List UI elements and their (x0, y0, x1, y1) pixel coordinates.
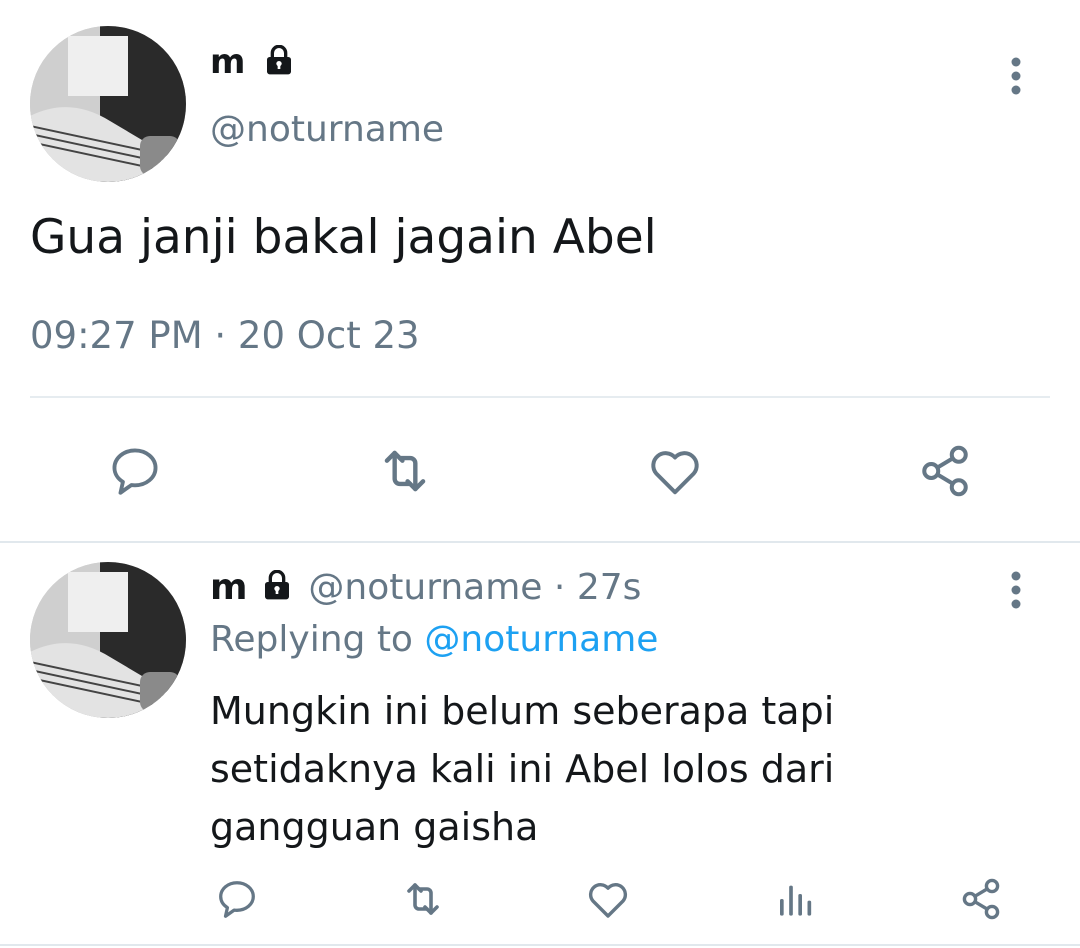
replying-to-handle[interactable]: @noturname (424, 619, 658, 660)
retweet-icon (407, 883, 439, 915)
retweet-icon (384, 450, 426, 492)
reply-header: m @noturname · 27s (210, 562, 641, 614)
reply-age: 27s (576, 567, 642, 608)
author-handle[interactable]: @noturname (210, 106, 444, 154)
retweet-button[interactable] (370, 436, 440, 506)
share-button[interactable] (910, 436, 980, 506)
share-icon (922, 445, 968, 497)
reply-text-line: setidaknya kali ini Abel lolos dari (210, 747, 835, 791)
reply-icon (219, 881, 255, 918)
reply-author-name[interactable]: m (210, 567, 248, 608)
analytics-icon (780, 885, 812, 916)
reply-button[interactable] (100, 436, 170, 506)
avatar-photo (30, 562, 186, 718)
author-name[interactable]: m (210, 38, 295, 86)
avatar-photo (30, 26, 186, 182)
more-vertical-icon (1011, 57, 1021, 95)
like-button[interactable] (640, 436, 710, 506)
reply-text-line: gangguan gaisha (210, 805, 539, 849)
like-icon (651, 451, 699, 495)
lock-icon (264, 570, 289, 600)
reply-icon (112, 448, 158, 495)
reply-author-handle[interactable]: @noturname (308, 567, 542, 608)
tweet-text: Gua janji bakal jagain Abel (30, 210, 657, 265)
lock-icon (267, 44, 292, 74)
reply-button[interactable] (210, 872, 264, 926)
analytics-button[interactable] (768, 872, 822, 926)
replying-to-label: Replying to (210, 619, 413, 660)
retweet-button[interactable] (396, 872, 450, 926)
reply-avatar[interactable] (30, 562, 186, 718)
share-button[interactable] (954, 872, 1008, 926)
reply-more-options-button[interactable] (996, 566, 1036, 614)
dot-separator: · (553, 567, 566, 608)
more-vertical-icon (1011, 571, 1021, 609)
avatar[interactable] (30, 26, 186, 182)
tweet-timestamp[interactable]: 09:27 PM · 20 Oct 23 (30, 310, 420, 362)
like-button[interactable] (581, 872, 635, 926)
tweet-separator (0, 944, 1080, 946)
like-icon (588, 883, 628, 918)
more-options-button[interactable] (996, 52, 1036, 100)
divider (30, 396, 1050, 398)
tweet-separator (0, 541, 1080, 543)
replying-to: Replying to @noturname (210, 614, 658, 666)
share-icon (962, 878, 1000, 920)
reply-text-line: Mungkin ini belum seberapa tapi (210, 689, 835, 733)
reply-text: Mungkin ini belum seberapa tapi setidakn… (210, 682, 834, 856)
author-name-text[interactable]: m (210, 42, 245, 82)
